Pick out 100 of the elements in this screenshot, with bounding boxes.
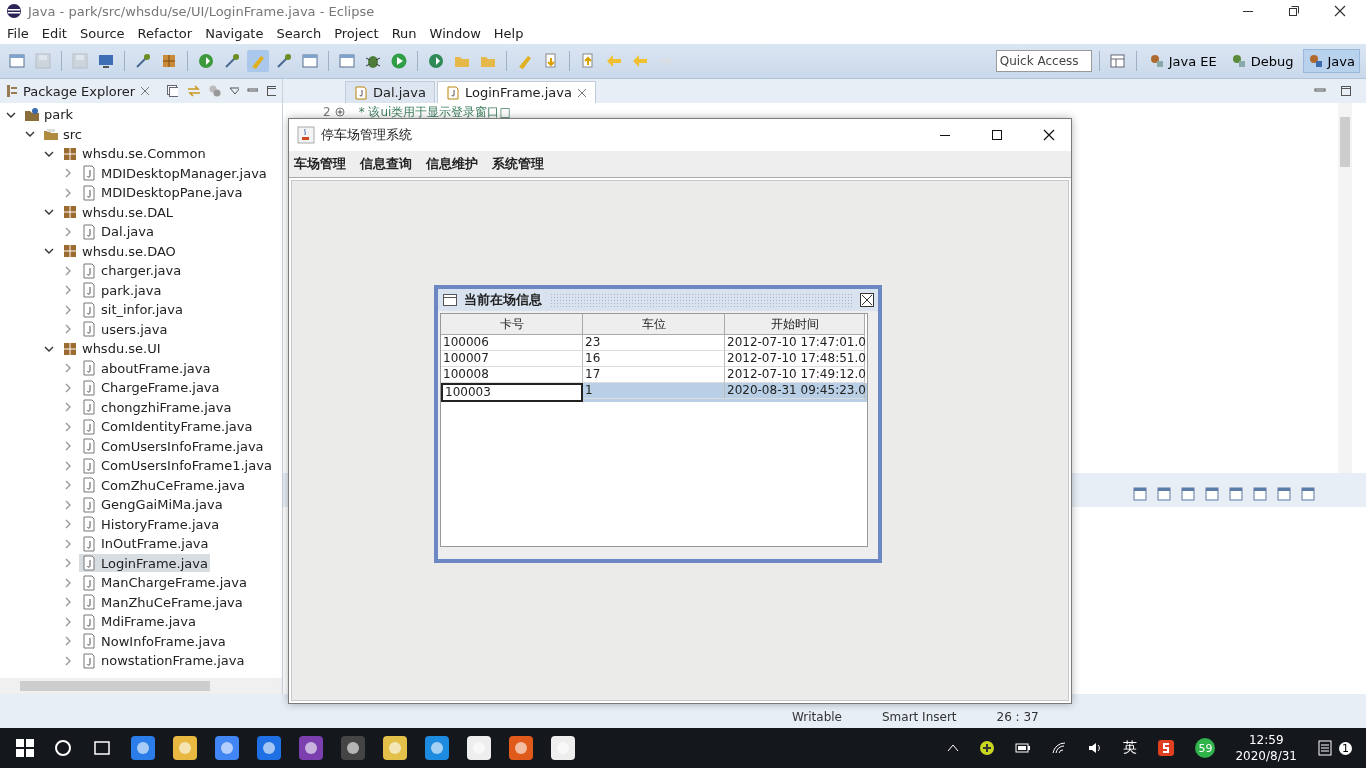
filter-icon[interactable]	[208, 84, 221, 98]
app-icon[interactable]	[130, 735, 156, 761]
menu-item[interactable]: 信息查询	[360, 155, 412, 173]
chevron-right-icon[interactable]	[63, 538, 73, 549]
chevron-right-icon[interactable]	[63, 324, 73, 335]
view-icon[interactable]	[1180, 486, 1196, 502]
chevron-right-icon[interactable]	[63, 460, 73, 471]
tree-item[interactable]: NowInfoFrame.java	[79, 632, 228, 651]
restore-icon[interactable]	[1288, 5, 1300, 17]
close-icon[interactable]	[860, 293, 874, 307]
tree-item[interactable]: charger.java	[79, 261, 184, 280]
tree-item[interactable]: whsdu.se.DAO	[60, 242, 178, 261]
chevron-up-icon[interactable]	[947, 743, 960, 753]
tree-item[interactable]: users.java	[79, 320, 170, 339]
menu-item[interactable]: Help	[493, 25, 524, 41]
tree-item[interactable]: InOutFrame.java	[79, 534, 211, 553]
tree-item[interactable]: HistoryFrame.java	[79, 515, 222, 534]
chevron-right-icon[interactable]	[63, 655, 73, 666]
sogou-icon[interactable]	[1157, 739, 1176, 757]
search-icon[interactable]	[54, 739, 72, 757]
view-icon[interactable]	[1156, 486, 1172, 502]
view-icon[interactable]	[1300, 486, 1316, 502]
chevron-right-icon[interactable]	[63, 402, 73, 413]
tree-item[interactable]: ComUsersInfoFrame.java	[79, 437, 266, 456]
view-icon[interactable]	[1228, 486, 1244, 502]
app-icon[interactable]	[256, 735, 282, 761]
editor-tab[interactable]: LoginFrame.java	[436, 81, 596, 103]
horizontal-scrollbar[interactable]	[0, 678, 282, 694]
input-method-indicator[interactable]: 英	[1123, 739, 1138, 757]
wifi-icon[interactable]	[1051, 741, 1068, 755]
menu-item[interactable]: File	[7, 25, 29, 41]
chevron-right-icon[interactable]	[63, 441, 73, 452]
tree-item[interactable]: ComUsersInfoFrame1.java	[79, 456, 274, 475]
perspective-button[interactable]: Debug	[1225, 49, 1299, 73]
chevron-right-icon[interactable]	[63, 480, 73, 491]
tree-item[interactable]: whsdu.se.Common	[60, 144, 208, 163]
tree-item[interactable]: whsdu.se.DAL	[60, 203, 176, 222]
chevron-right-icon[interactable]	[63, 577, 73, 588]
app-icon[interactable]	[550, 735, 576, 761]
column-header[interactable]: 卡号	[441, 314, 583, 335]
app-icon[interactable]	[382, 735, 408, 761]
collapse-all-icon[interactable]	[166, 84, 179, 98]
notes-icon[interactable]	[1317, 740, 1333, 756]
plus-icon[interactable]	[979, 740, 996, 756]
vertical-scrollbar[interactable]	[1338, 103, 1352, 473]
chevron-right-icon[interactable]	[63, 382, 73, 393]
table-row[interactable]: 100003 1 2020-08-31 09:45:23.0	[441, 383, 867, 402]
perspective-button[interactable]: Java EE	[1143, 49, 1222, 73]
chevron-right-icon[interactable]	[63, 616, 73, 627]
tree-item[interactable]: sit_infor.java	[79, 300, 185, 319]
menu-item[interactable]: Run	[391, 25, 417, 41]
view-icon[interactable]	[1252, 486, 1268, 502]
column-header[interactable]: 车位	[583, 314, 725, 335]
quick-access-field[interactable]: Quick Access	[995, 50, 1092, 72]
clock-time[interactable]: 12:59	[1248, 732, 1284, 748]
maximize-icon[interactable]	[991, 129, 1003, 141]
tree-item[interactable]: MDIDesktopManager.java	[79, 164, 269, 183]
table-row[interactable]: 100007 16 2012-07-10 17:48:51.0	[441, 351, 867, 367]
app-icon[interactable]	[466, 735, 492, 761]
perspective-button[interactable]: Java	[1302, 49, 1360, 73]
tree-item[interactable]: ComIdentityFrame.java	[79, 417, 255, 436]
app-icon[interactable]	[424, 735, 450, 761]
tree-item[interactable]: park.java	[79, 281, 164, 300]
tree-item[interactable]: park	[22, 105, 76, 124]
menu-item[interactable]: Source	[79, 25, 125, 41]
tree-item[interactable]: MdiFrame.java	[79, 612, 198, 631]
app-icon[interactable]	[298, 735, 324, 761]
chevron-right-icon[interactable]	[63, 168, 73, 179]
chevron-right-icon[interactable]	[63, 519, 73, 530]
menu-item[interactable]: Edit	[41, 25, 67, 41]
tree-item[interactable]: chongzhiFrame.java	[79, 398, 234, 417]
task-view-icon[interactable]	[92, 739, 112, 757]
clock-date[interactable]: 2020/8/31	[1235, 748, 1297, 764]
tree-item[interactable]: Dal.java	[79, 222, 156, 241]
chevron-right-icon[interactable]	[63, 304, 73, 315]
maximize-icon[interactable]	[265, 85, 276, 97]
editor-tab[interactable]: Dal.java	[345, 81, 435, 103]
menu-item[interactable]: Window	[429, 25, 481, 41]
menu-item[interactable]: 信息维护	[426, 155, 478, 173]
tree-item[interactable]: MDIDesktopPane.java	[79, 183, 245, 202]
tree-item[interactable]: ChargeFrame.java	[79, 378, 222, 397]
column-header[interactable]: 开始时间	[725, 314, 865, 335]
chevron-right-icon[interactable]	[63, 265, 73, 276]
menu-item[interactable]: Search	[276, 25, 322, 41]
tree-item[interactable]: nowstationFrame.java	[79, 651, 247, 670]
app-icon[interactable]	[172, 735, 198, 761]
app-icon[interactable]	[214, 735, 240, 761]
view-menu-icon[interactable]	[228, 86, 240, 96]
chevron-right-icon[interactable]	[63, 636, 73, 647]
battery-icon[interactable]	[1015, 742, 1032, 754]
notification-count[interactable]: 1	[1339, 741, 1352, 755]
view-icon[interactable]	[1204, 486, 1220, 502]
close-icon[interactable]	[1334, 5, 1346, 17]
maximize-icon[interactable]	[1340, 85, 1352, 97]
tree-item[interactable]: src	[41, 125, 84, 144]
table-row[interactable]: 100006 23 2012-07-10 17:47:01.0	[441, 335, 867, 351]
chevron-right-icon[interactable]	[63, 499, 73, 510]
link-icon[interactable]	[186, 84, 201, 98]
menu-item[interactable]: Project	[334, 25, 379, 41]
tree-item[interactable]: ComZhuCeFrame.java	[79, 476, 248, 495]
